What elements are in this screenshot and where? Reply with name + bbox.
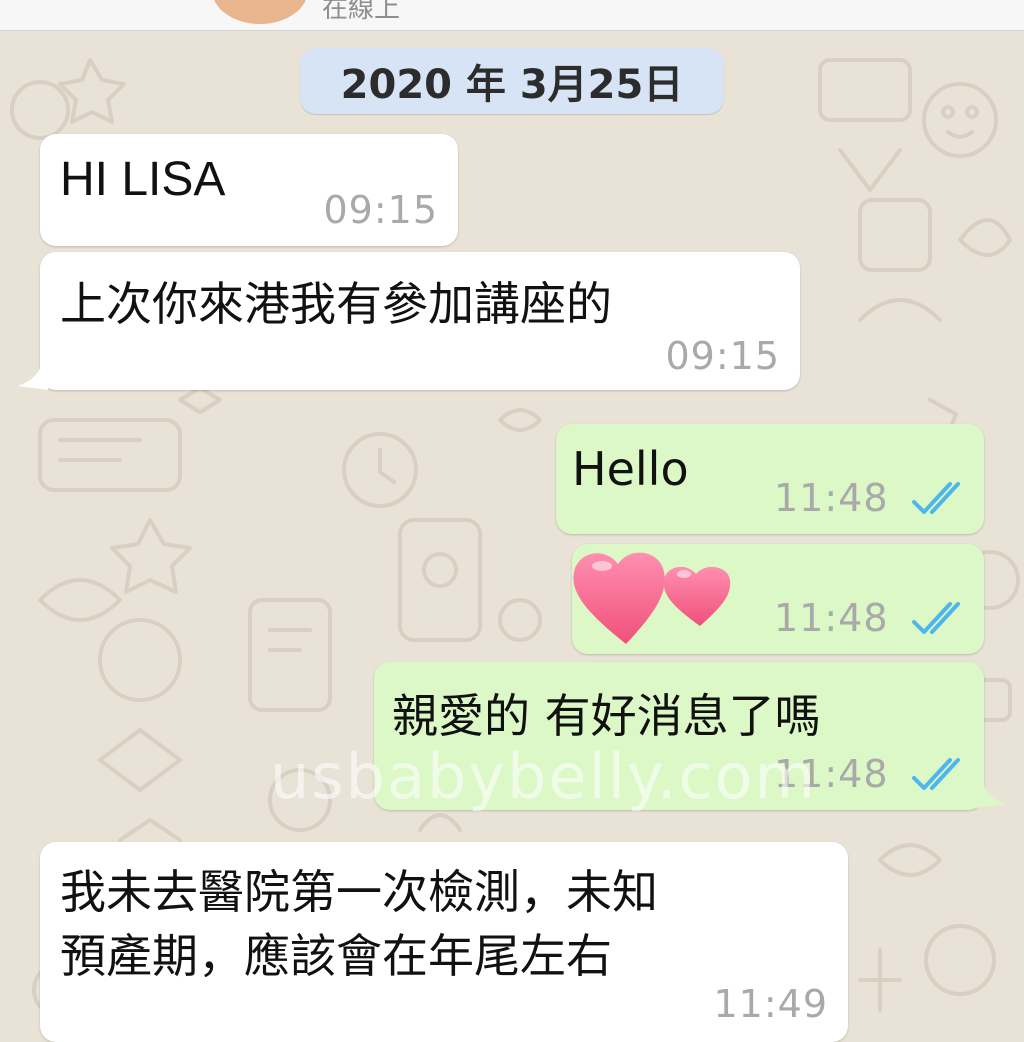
watermark: usbabybelly.com — [270, 740, 817, 813]
message-time: 11:48 — [774, 596, 889, 640]
bubble-tail — [18, 364, 48, 390]
message-time: 09:15 — [323, 188, 438, 232]
contact-avatar[interactable] — [212, 0, 308, 24]
message-text: Hello — [572, 442, 689, 496]
message-text: 親愛的 有好消息了嗎 — [392, 689, 821, 743]
message-bubble-incoming[interactable]: 上次你來港我有參加講座的 09:15 — [40, 252, 800, 390]
message-time: 11:49 — [713, 982, 828, 1026]
message-text-line-1: 我未去醫院第一次檢測，未知 — [60, 865, 658, 919]
message-bubble-incoming[interactable]: 我未去醫院第一次檢測，未知 預產期，應該會在年尾左右 11:49 — [40, 842, 848, 1042]
double-check-icon — [912, 602, 960, 634]
chat-header: 在線上 — [0, 0, 1024, 31]
message-text-line-2: 預產期，應該會在年尾左右 — [60, 929, 612, 983]
double-check-icon — [912, 758, 960, 790]
message-bubble-outgoing[interactable]: Hello 11:48 — [556, 424, 984, 534]
date-divider: 2020 年 3月25日 — [300, 48, 724, 114]
bubble-tail — [976, 782, 1006, 808]
heart-sticker — [573, 552, 731, 644]
message-time: 11:48 — [774, 476, 889, 520]
message-time: 09:15 — [665, 334, 780, 378]
message-text: HI LISA — [60, 153, 226, 206]
message-bubble-incoming[interactable]: HI LISA 09:15 — [40, 134, 458, 246]
double-check-icon — [912, 482, 960, 514]
message-bubble-outgoing[interactable]: 11:48 — [572, 544, 984, 654]
contact-status: 在線上 — [322, 0, 401, 24]
message-text: 上次你來港我有參加講座的 — [60, 277, 612, 331]
